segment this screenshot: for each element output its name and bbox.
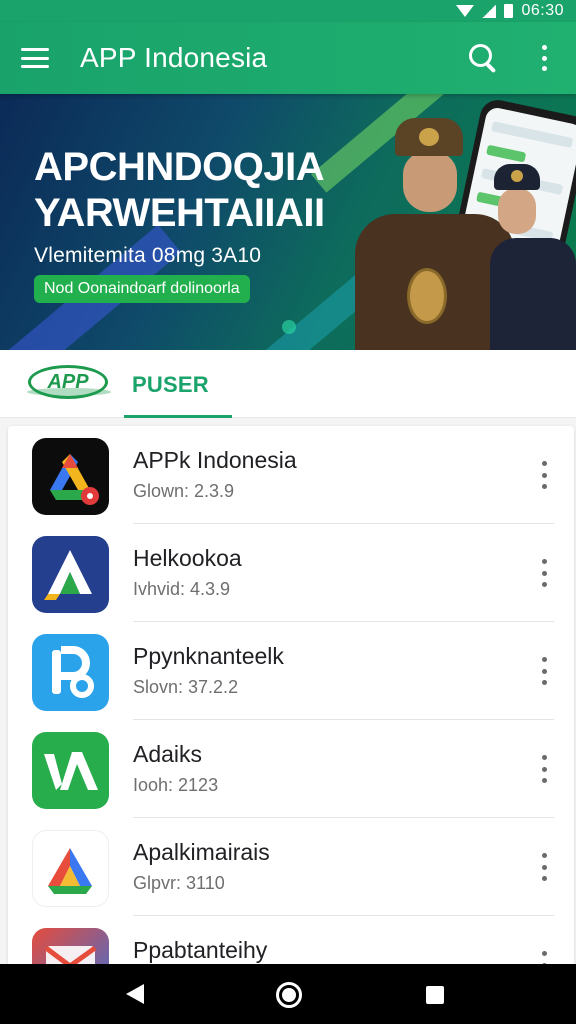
home-icon[interactable]	[276, 982, 302, 1008]
app-name: Apalkimairais	[133, 839, 270, 865]
search-icon[interactable]	[466, 41, 500, 75]
app-bar: APP Indonesia	[0, 22, 576, 94]
status-bar: 06:30	[0, 0, 576, 22]
letter-p-icon	[32, 634, 109, 711]
battery-icon	[504, 4, 514, 18]
menu-icon[interactable]	[21, 48, 49, 68]
app-name: Adaiks	[133, 741, 203, 767]
app-meta: Iooh: 2123	[133, 775, 219, 795]
list-item[interactable]: Adaiks Iooh: 2123	[8, 720, 574, 818]
screen: 06:30 APP Indonesia APCHNDOQJIA YARWEHTA…	[0, 0, 576, 1024]
wifi-icon	[456, 5, 475, 17]
item-more-icon[interactable]	[540, 461, 548, 489]
item-more-icon[interactable]	[540, 559, 548, 587]
app-meta: Slovn: 37.2.2	[133, 677, 239, 697]
triangle-a-icon	[32, 536, 109, 613]
more-dot	[541, 55, 547, 61]
list-item[interactable]: Ppabtanteihy	[8, 916, 574, 966]
more-dot	[541, 66, 547, 71]
item-more-icon[interactable]	[540, 657, 548, 685]
menu-icon-line	[21, 48, 49, 51]
list-item[interactable]: Ppynknanteelk Slovn: 37.2.2	[8, 622, 574, 720]
status-time: 06:30	[521, 2, 564, 19]
app-name: Helkookoa	[133, 545, 242, 571]
officer-face	[403, 152, 457, 212]
tab-active-indicator	[124, 415, 232, 418]
banner-subtitle: Vlemitemita 08mg 3A10	[34, 244, 262, 267]
signal-icon	[482, 4, 497, 18]
tab-puser-label: PUSER	[132, 372, 209, 397]
app-meta: Ivhvid: 4.3.9	[133, 579, 231, 599]
back-icon[interactable]	[126, 984, 144, 1004]
officer-badge	[407, 268, 447, 324]
list-item[interactable]: Helkookoa Ivhvid: 4.3.9	[8, 524, 574, 622]
list-item[interactable]: APPk Indonesia Glown: 2.3.9	[8, 426, 574, 524]
system-nav-bar	[0, 964, 576, 1024]
list-item[interactable]: Apalkimairais Glpvr: 3110	[8, 818, 574, 916]
app-meta: Glpvr: 3110	[133, 873, 225, 893]
tab-app-logo[interactable]: APP	[27, 365, 111, 399]
banner-headline-line1: APCHNDOQJIA	[34, 145, 325, 189]
app-name: Ppabtanteihy	[133, 937, 268, 963]
officer-cap	[494, 164, 540, 190]
app-title: APP Indonesia	[80, 42, 268, 73]
officer-cap	[395, 118, 463, 156]
menu-icon-line	[21, 65, 49, 68]
recents-icon[interactable]	[426, 986, 444, 1004]
item-more-icon[interactable]	[540, 755, 548, 783]
banner-decor	[282, 320, 296, 334]
tabs-bar: APP PUSER	[0, 350, 576, 418]
more-dot	[541, 45, 547, 50]
triangle-icon	[32, 830, 109, 907]
promo-banner[interactable]: APCHNDOQJIA YARWEHTAIIAII Vlemitemita 08…	[0, 94, 576, 350]
officer-face	[498, 188, 536, 234]
officer-illustration-2	[490, 164, 576, 350]
tab-puser[interactable]: PUSER	[124, 350, 232, 418]
envelope-icon	[32, 928, 109, 966]
letter-va-icon	[32, 732, 109, 809]
app-name: APPk Indonesia	[133, 447, 297, 473]
banner-cta-button[interactable]: Nod Oonaindoarf dolinoorla	[34, 275, 250, 303]
officer-uniform	[490, 238, 576, 350]
app-name: Ppynknanteelk	[133, 643, 284, 669]
menu-icon-line	[21, 56, 49, 60]
banner-headline: APCHNDOQJIA YARWEHTAIIAII	[34, 144, 325, 236]
more-options-icon[interactable]	[540, 45, 548, 71]
app-meta: Glown: 2.3.9	[133, 481, 235, 501]
banner-headline-line2: YARWEHTAIIAII	[34, 191, 325, 235]
drive-style-icon	[32, 438, 109, 515]
item-more-icon[interactable]	[540, 853, 548, 881]
app-list: APPk Indonesia Glown: 2.3.9 Helkookoa Iv…	[8, 426, 574, 966]
